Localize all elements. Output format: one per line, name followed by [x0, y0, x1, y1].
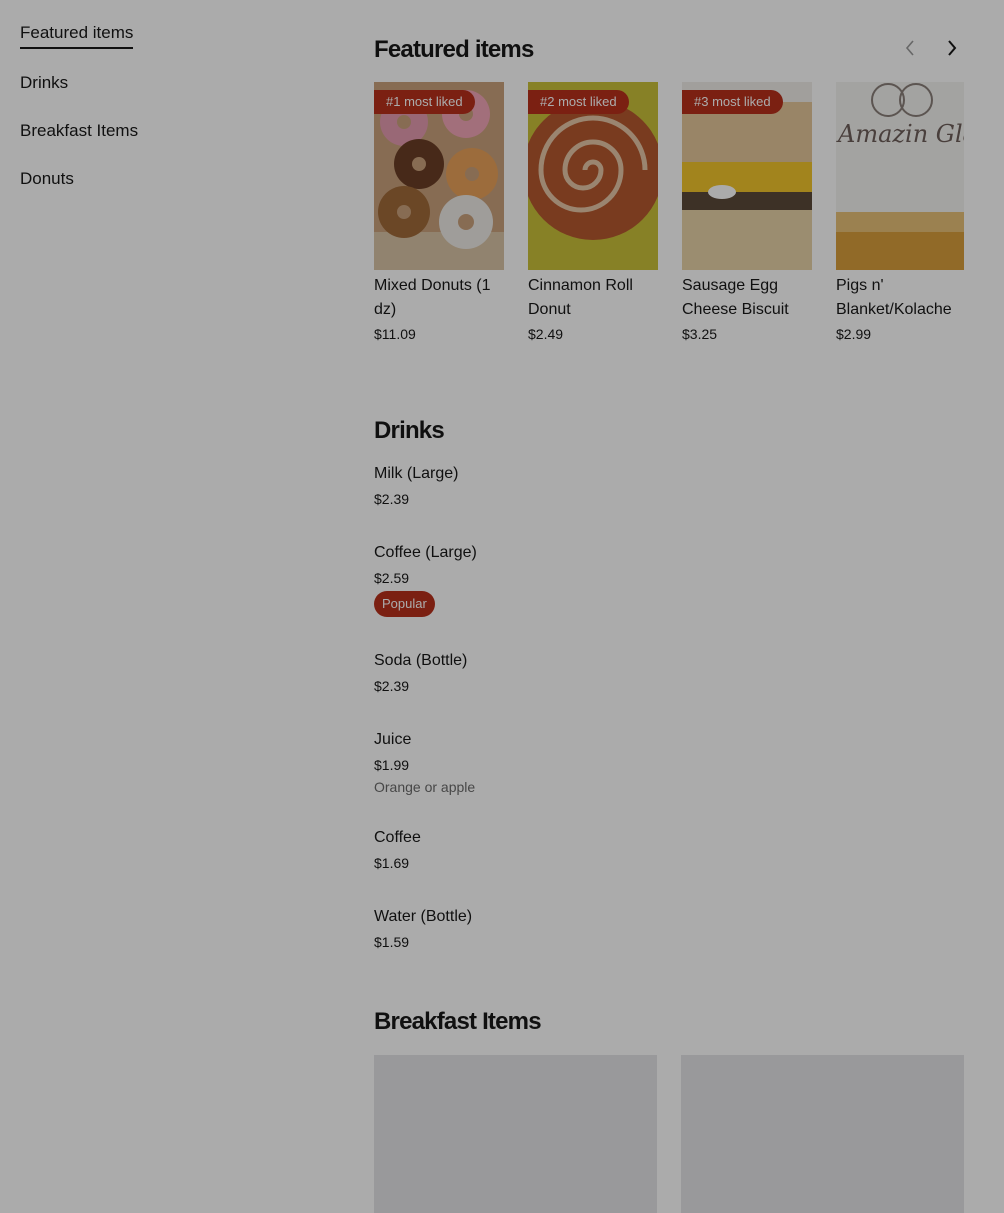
modal-backdrop-overlay[interactable] — [0, 0, 1004, 1213]
store-menu-page: Featured items Drinks Breakfast Items Do… — [0, 0, 1004, 1213]
